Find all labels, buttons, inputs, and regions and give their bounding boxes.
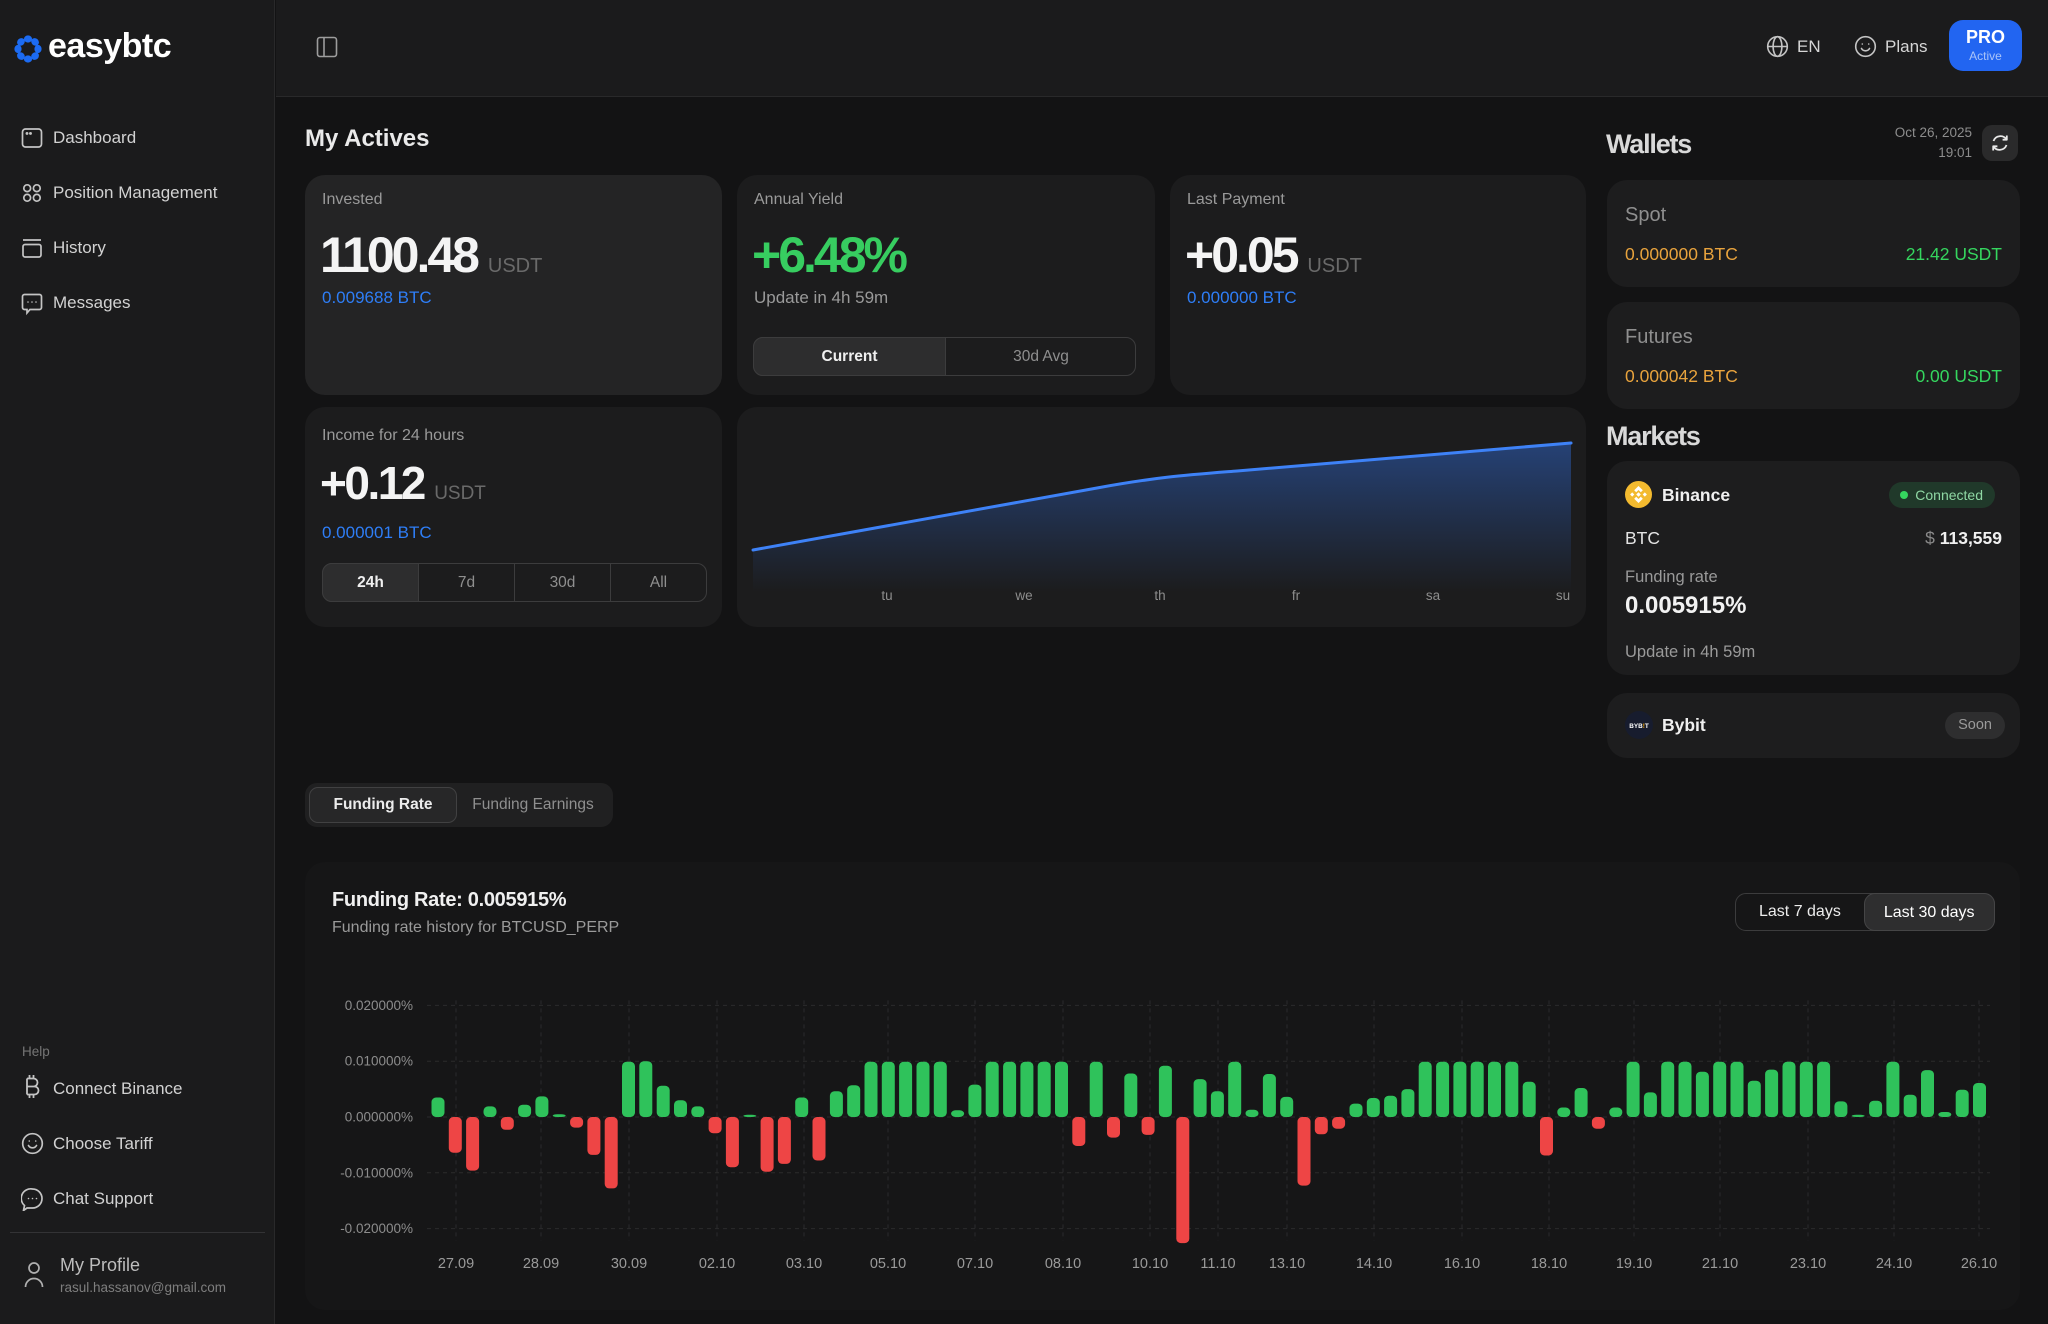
svg-text:16.10: 16.10 (1444, 1256, 1480, 1272)
svg-text:tu: tu (881, 588, 892, 603)
svg-text:28.09: 28.09 (523, 1256, 559, 1272)
svg-text:sa: sa (1426, 588, 1441, 603)
svg-text:24.10: 24.10 (1876, 1256, 1912, 1272)
svg-text:-0.020000%: -0.020000% (340, 1221, 413, 1236)
svg-text:19.10: 19.10 (1616, 1256, 1652, 1272)
svg-text:-0.010000%: -0.010000% (340, 1165, 413, 1180)
svg-text:0.000000%: 0.000000% (345, 1110, 413, 1125)
svg-text:10.10: 10.10 (1132, 1256, 1168, 1272)
svg-text:th: th (1154, 588, 1165, 603)
svg-text:26.10: 26.10 (1961, 1256, 1997, 1272)
svg-text:23.10: 23.10 (1790, 1256, 1826, 1272)
svg-text:we: we (1014, 588, 1032, 603)
svg-text:21.10: 21.10 (1702, 1256, 1738, 1272)
svg-text:02.10: 02.10 (699, 1256, 735, 1272)
svg-text:0.010000%: 0.010000% (345, 1054, 413, 1069)
svg-text:BYB!T: BYB!T (1629, 723, 1649, 730)
svg-text:11.10: 11.10 (1200, 1256, 1235, 1272)
svg-text:07.10: 07.10 (957, 1256, 993, 1272)
svg-text:13.10: 13.10 (1269, 1256, 1305, 1272)
svg-text:14.10: 14.10 (1356, 1256, 1392, 1272)
svg-text:fr: fr (1292, 588, 1301, 603)
svg-text:18.10: 18.10 (1531, 1256, 1567, 1272)
svg-text:05.10: 05.10 (870, 1256, 906, 1272)
svg-text:30.09: 30.09 (611, 1256, 647, 1272)
svg-text:08.10: 08.10 (1045, 1256, 1081, 1272)
svg-text:0.020000%: 0.020000% (345, 998, 413, 1013)
svg-text:03.10: 03.10 (786, 1256, 822, 1272)
svg-text:su: su (1556, 588, 1570, 603)
svg-text:27.09: 27.09 (438, 1256, 474, 1272)
